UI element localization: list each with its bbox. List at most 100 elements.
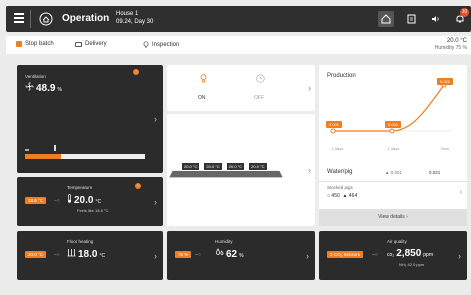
inspection-label: Inspection: [152, 41, 180, 48]
view-details-label: View details: [378, 214, 405, 220]
link-icon: –○: [195, 252, 201, 258]
heater-readings: 20.0 °C 20.0 °C 20.0 °C 20.0 °C: [181, 162, 268, 171]
action-bar: Stop batch Delivery Inspection 20.0 °C H…: [6, 36, 471, 54]
lighting-off: OFF: [254, 95, 264, 101]
temperature-unit: °C: [95, 199, 102, 205]
heater-reading: 20.0 °C: [225, 162, 246, 171]
sound-button[interactable]: [428, 11, 444, 27]
floor-heating-tag: 20.0 °C: [25, 251, 47, 258]
floor-heating-unit: °C: [99, 253, 106, 259]
stocked-b: 464: [348, 193, 358, 199]
x-tick: - 2 days: [329, 146, 344, 151]
humidity-tag: 75 %: [175, 251, 192, 258]
x-tick: - 1 days: [385, 146, 400, 151]
truck-icon: [75, 41, 82, 47]
ventilation-reading: 48.9 %: [25, 82, 62, 94]
warning-icon: !: [133, 69, 139, 75]
thermometer-icon: [68, 194, 71, 203]
nh3-reading: NH₃ 42.0 ppm: [399, 262, 425, 267]
house-icon: [381, 14, 391, 24]
chevron-right-icon: ›: [459, 189, 462, 196]
heater-reading: 20.0 °C: [203, 162, 223, 171]
stop-batch-label: Stop batch: [25, 41, 54, 47]
humidity-tile[interactable]: Humidity 75 % –○ 62 % ›: [167, 231, 315, 280]
humidity-value: 62: [226, 249, 238, 260]
warning-icon: !: [135, 183, 141, 189]
speaker-icon: [432, 16, 439, 22]
humidity-unit: %: [239, 253, 244, 259]
divider: [30, 10, 31, 28]
heater-reading: 20.0 °C: [248, 162, 268, 171]
co2-icon: co₂: [387, 252, 395, 258]
stop-batch-button[interactable]: Stop batch: [16, 41, 54, 47]
chevron-right-icon: ›: [306, 250, 309, 261]
house-name: House 1: [116, 11, 139, 17]
radiator-icon: [67, 249, 76, 257]
ventilation-bar-fill: [25, 154, 61, 159]
inspection-button[interactable]: Inspection: [143, 41, 179, 48]
chevron-right-icon: ›: [458, 250, 461, 261]
production-tile: Production 0.001 0.001 0.021 - 2 days - …: [319, 65, 467, 226]
fan-icon: [25, 82, 34, 91]
lighting-tile[interactable]: ON OFF ›: [167, 65, 315, 111]
floor-heating-reading: 18.0 °C: [67, 248, 105, 260]
ventilation-label: Ventilation: [25, 74, 46, 79]
ventilation-value: 48.9: [36, 83, 56, 94]
link-icon: –○: [54, 252, 60, 258]
link-icon: –○: [372, 252, 378, 258]
air-quality-tile[interactable]: Air quality 3 CO₂ Sensors –○ co₂ 2,850 p…: [319, 231, 467, 280]
air-quality-value: 2,850: [396, 248, 422, 259]
feels-like: Feels like 18.6 °C: [77, 208, 109, 213]
water-previous-value: 0.001: [390, 170, 402, 175]
chart-label: 0.021: [437, 78, 454, 85]
home-icon[interactable]: [39, 12, 53, 26]
heater-reading: 20.0 °C: [181, 162, 201, 171]
chevron-right-icon: ›: [308, 165, 311, 175]
menu-icon[interactable]: [14, 13, 24, 23]
data-point: [330, 128, 336, 134]
chart-label: 0.001: [326, 121, 343, 128]
link-icon: –○: [54, 198, 60, 204]
temperature-value: 20.0: [74, 195, 94, 206]
floor-heating-tile[interactable]: Floor heating 20.0 °C –○ 18.0 °C ›: [17, 231, 163, 280]
stocked-label: Stocked pigs: [327, 185, 353, 190]
temperature-label: Temperature: [67, 185, 93, 190]
floor-heating-value: 18.0: [78, 249, 98, 260]
droplet-icon: [216, 248, 224, 255]
min-marker: [25, 149, 29, 151]
home-view-button[interactable]: [378, 11, 394, 27]
data-point: [389, 128, 395, 134]
water-previous: ▲ 0.001: [385, 170, 402, 175]
x-tick: Now: [441, 146, 450, 151]
notification-badge: 10: [460, 8, 469, 17]
ventilation-bar: [25, 154, 145, 159]
chevron-right-icon: ›: [308, 83, 311, 93]
chevron-right-icon: ›: [154, 250, 157, 261]
stop-icon: [16, 41, 22, 47]
water-now: 0.021: [429, 170, 441, 175]
delivery-button[interactable]: Delivery: [75, 41, 107, 47]
outside-temperature: 20.0 °C: [446, 38, 467, 44]
temperature-tile[interactable]: Temperature ! 18.6 °C –○ 20.0 °C Feels l…: [17, 177, 163, 226]
heaters-tile[interactable]: 20.0 °C 20.0 °C 20.0 °C 20.0 °C ›: [167, 114, 315, 226]
humidity-label: Humidity: [215, 239, 233, 244]
stocked-a: 450: [331, 193, 340, 199]
chart-label: 0.001: [385, 121, 402, 128]
pin-icon: [143, 41, 149, 48]
stocked-values: ○ 450 ▲ 464: [327, 193, 358, 199]
bulb-icon: [200, 74, 207, 83]
humidity-reading: 62 %: [215, 248, 244, 260]
air-quality-label: Air quality: [387, 239, 407, 244]
ventilation-tile[interactable]: Ventilation ! 48.9 % ›: [17, 65, 163, 173]
temperature-tag: 18.6 °C: [25, 197, 47, 204]
house-climate: 20.0 °C Humidity 75 %: [435, 38, 467, 52]
chevron-right-icon: ›: [154, 196, 157, 207]
document-button[interactable]: [403, 11, 419, 27]
outside-humidity: Humidity 75 %: [434, 45, 467, 51]
page-title: Operation: [62, 13, 110, 24]
floor-heating-label: Floor heating: [67, 239, 94, 244]
view-details-button[interactable]: View details ›: [319, 209, 467, 226]
notifications-button[interactable]: 10: [452, 8, 469, 27]
lighting-on: ON: [198, 95, 206, 101]
heater-rail: [169, 170, 283, 178]
